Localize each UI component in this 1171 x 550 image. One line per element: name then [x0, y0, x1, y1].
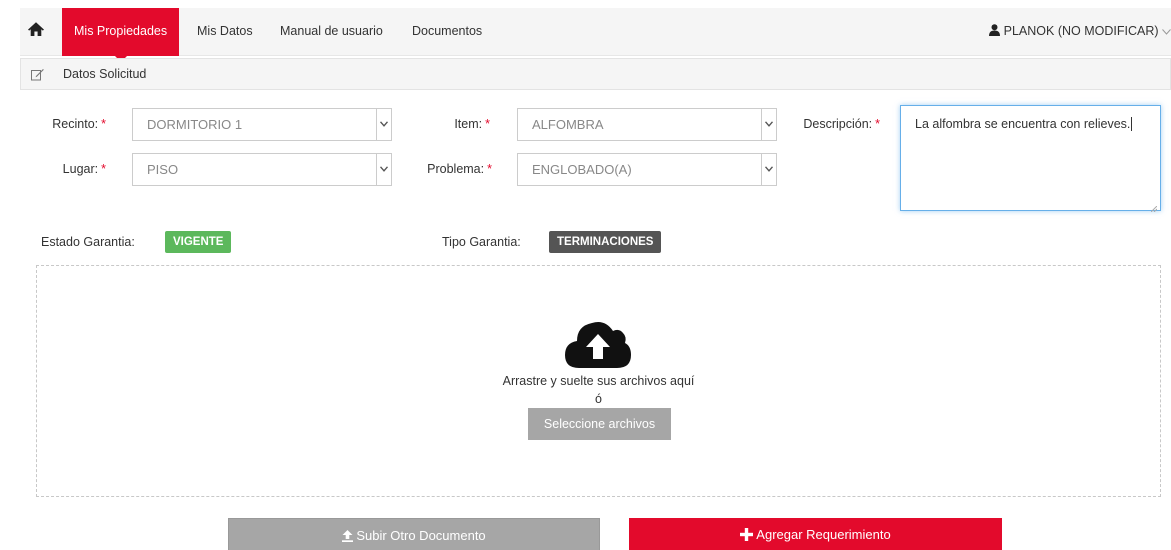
- problema-label: Problema: *: [427, 162, 492, 176]
- item-select[interactable]: ALFOMBRA: [517, 108, 777, 141]
- nav-manual-usuario[interactable]: Manual de usuario: [280, 8, 383, 56]
- resize-grip-icon[interactable]: [1150, 201, 1158, 213]
- edit-icon: [31, 68, 44, 81]
- estado-garantia-label: Estado Garantia:: [41, 235, 135, 249]
- cloud-upload-icon: [565, 318, 631, 368]
- tipo-garantia-label: Tipo Garantia:: [442, 235, 521, 249]
- user-menu[interactable]: PLANOK (NO MODIFICAR): [989, 8, 1171, 56]
- plus-icon: [740, 527, 756, 542]
- top-navbar: Mis Propiedades Mis Datos Manual de usua…: [20, 8, 1171, 62]
- upload-another-document-button[interactable]: Subir Otro Documento: [228, 518, 600, 550]
- descripcion-label: Descripción: *: [803, 117, 880, 131]
- file-dropzone[interactable]: Arrastre y suelte sus archivos aquí ó Se…: [36, 265, 1161, 497]
- user-icon: [989, 24, 1001, 38]
- dropzone-text: Arrastre y suelte sus archivos aquí: [502, 374, 695, 388]
- item-label: Item: *: [454, 117, 490, 131]
- panel-title: Datos Solicitud: [63, 67, 147, 81]
- tipo-garantia-badge: TERMINACIONES: [549, 231, 662, 253]
- chevron-down-icon: [761, 154, 776, 185]
- home-icon[interactable]: [28, 22, 44, 38]
- recinto-select[interactable]: DORMITORIO 1: [132, 108, 392, 141]
- nav-mis-propiedades[interactable]: Mis Propiedades: [62, 8, 180, 62]
- panel-heading: Datos Solicitud: [20, 58, 1171, 90]
- recinto-label: Recinto: *: [52, 117, 106, 131]
- chevron-down-icon: [1162, 24, 1171, 38]
- dropzone-or: ó: [595, 392, 602, 406]
- problema-select[interactable]: ENGLOBADO(A): [517, 153, 777, 186]
- user-name: PLANOK (NO MODIFICAR): [1003, 24, 1159, 38]
- upload-icon: [342, 528, 356, 543]
- select-files-button[interactable]: Seleccione archivos: [528, 408, 671, 440]
- nav-mis-datos[interactable]: Mis Datos: [197, 8, 253, 56]
- chevron-down-icon: [376, 109, 391, 140]
- estado-garantia-badge: VIGENTE: [165, 231, 232, 253]
- descripcion-textarea[interactable]: La alfombra se encuentra con relieves.: [900, 105, 1161, 213]
- lugar-label: Lugar: *: [62, 162, 106, 176]
- nav-documentos[interactable]: Documentos: [412, 8, 482, 56]
- lugar-select[interactable]: PISO: [132, 153, 392, 186]
- chevron-down-icon: [761, 109, 776, 140]
- add-requirement-button[interactable]: Agregar Requerimiento: [629, 518, 1002, 550]
- chevron-down-icon: [376, 154, 391, 185]
